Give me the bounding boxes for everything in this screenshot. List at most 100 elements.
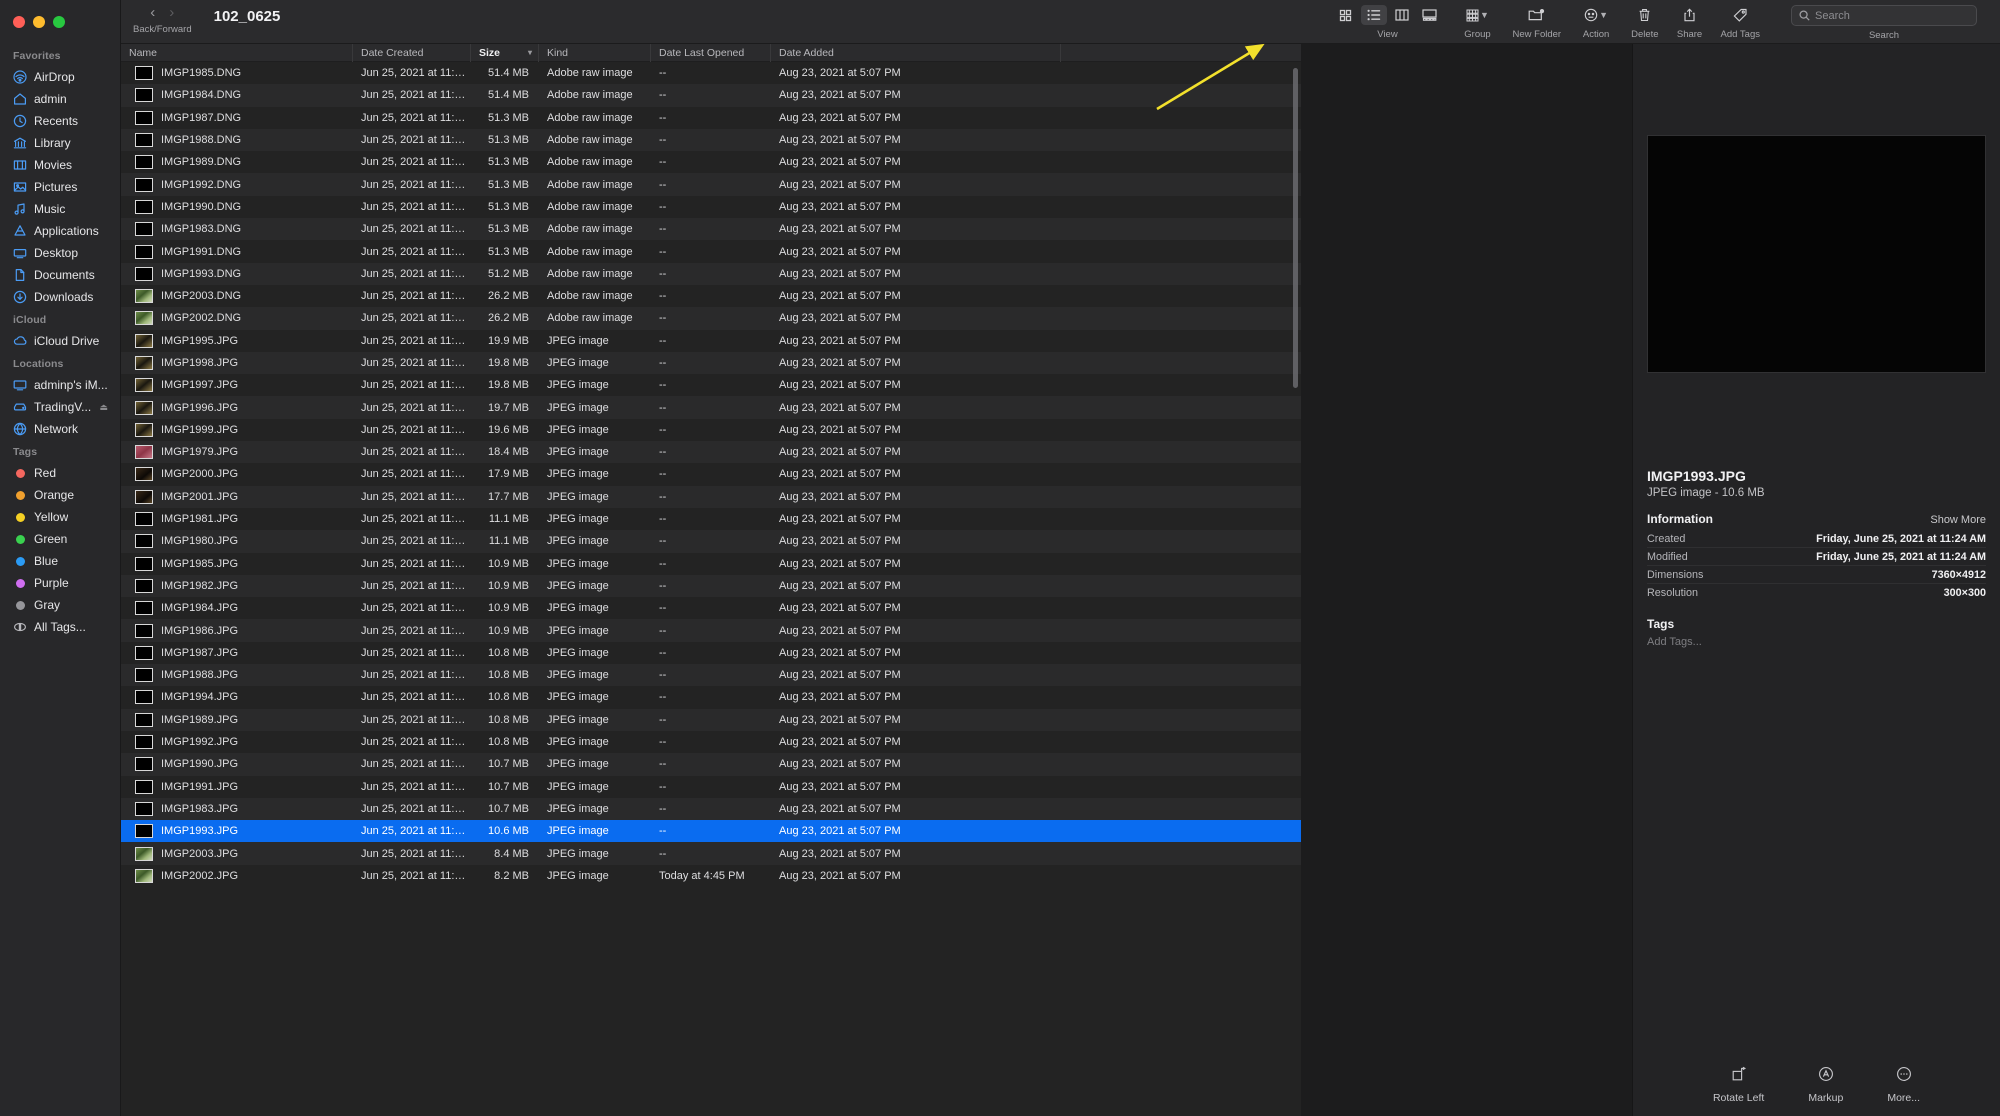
action-icon[interactable]: ▼ — [1579, 5, 1613, 25]
new-folder-icon[interactable] — [1520, 5, 1554, 25]
table-row[interactable]: IMGP1996.JPGJun 25, 2021 at 11:24 AM19.7… — [121, 396, 1301, 418]
zoom-button[interactable] — [53, 16, 65, 28]
sidebar-item-adminp-s-im[interactable]: adminp's iM... — [0, 374, 114, 396]
cell-created: Jun 25, 2021 at 11:23 AM — [353, 758, 471, 770]
sidebar-item-music[interactable]: Music — [0, 198, 114, 220]
sidebar-item-recents[interactable]: Recents — [0, 110, 114, 132]
rotate-left-button[interactable]: Rotate Left — [1713, 1066, 1764, 1104]
cell-name: IMGP1982.JPG — [121, 579, 353, 593]
table-row[interactable]: IMGP1985.DNGJun 25, 2021 at 11:23 AM51.4… — [121, 62, 1301, 84]
table-row[interactable]: IMGP1981.JPGJun 25, 2021 at 11:22 AM11.1… — [121, 508, 1301, 530]
sidebar-item-documents[interactable]: Documents — [0, 264, 114, 286]
table-row[interactable]: IMGP1997.JPGJun 25, 2021 at 11:25 AM19.8… — [121, 374, 1301, 396]
table-row[interactable]: IMGP1980.JPGJun 25, 2021 at 11:22 AM11.1… — [121, 530, 1301, 552]
show-more-link[interactable]: Show More — [1930, 514, 1986, 526]
more-button[interactable]: More... — [1887, 1066, 1920, 1104]
column-header-name[interactable]: Name — [121, 44, 353, 62]
column-header-kind[interactable]: Kind — [539, 44, 651, 62]
table-row[interactable]: IMGP1988.DNGJun 25, 2021 at 11:23 AM51.3… — [121, 129, 1301, 151]
sidebar-item-purple[interactable]: Purple — [0, 572, 114, 594]
chevron-right-icon[interactable]: › — [169, 6, 174, 20]
search-input[interactable]: Search — [1791, 5, 1977, 26]
cell-opened: -- — [651, 112, 771, 124]
sidebar-item-desktop[interactable]: Desktop — [0, 242, 114, 264]
table-row[interactable]: IMGP1984.JPGJun 25, 2021 at 11:23 AM10.9… — [121, 597, 1301, 619]
sidebar-item-green[interactable]: Green — [0, 528, 114, 550]
cell-added: Aug 23, 2021 at 5:07 PM — [771, 446, 1061, 458]
group-icon[interactable]: ▼ — [1461, 5, 1495, 25]
table-row[interactable]: IMGP1987.JPGJun 25, 2021 at 11:23 AM10.8… — [121, 642, 1301, 664]
column-header-size[interactable]: Size▾ — [471, 44, 539, 62]
column-view-button[interactable] — [1389, 5, 1415, 25]
minimize-button[interactable] — [33, 16, 45, 28]
sidebar-item-movies[interactable]: Movies — [0, 154, 114, 176]
table-row[interactable]: IMGP1989.JPGJun 25, 2021 at 11:23 AM10.8… — [121, 709, 1301, 731]
table-row[interactable]: IMGP1982.JPGJun 25, 2021 at 11:22 AM10.9… — [121, 575, 1301, 597]
delete-button[interactable] — [1632, 5, 1658, 25]
cell-kind: JPEG image — [539, 580, 651, 592]
table-row[interactable]: IMGP1986.JPGJun 25, 2021 at 11:23 AM10.9… — [121, 619, 1301, 641]
table-row[interactable]: IMGP1990.JPGJun 25, 2021 at 11:23 AM10.7… — [121, 753, 1301, 775]
table-row[interactable]: IMGP1987.DNGJun 25, 2021 at 11:23 AM51.3… — [121, 107, 1301, 129]
column-header-date-last-opened[interactable]: Date Last Opened — [651, 44, 771, 62]
eject-icon[interactable]: ⏏ — [99, 402, 108, 413]
close-button[interactable] — [13, 16, 25, 28]
sidebar-item-admin[interactable]: admin — [0, 88, 114, 110]
sidebar-item-orange[interactable]: Orange — [0, 484, 114, 506]
vertical-scrollbar[interactable] — [1293, 68, 1298, 388]
sidebar-item-tradingv[interactable]: TradingV...⏏ — [0, 396, 114, 418]
table-row[interactable]: IMGP1990.DNGJun 25, 2021 at 11:23 AM51.3… — [121, 196, 1301, 218]
cell-name: IMGP1999.JPG — [121, 423, 353, 437]
markup-button[interactable]: Markup — [1808, 1066, 1843, 1104]
table-row[interactable]: IMGP1989.DNGJun 25, 2021 at 11:23 AM51.3… — [121, 151, 1301, 173]
sidebar-item-applications[interactable]: Applications — [0, 220, 114, 242]
table-row[interactable]: IMGP2003.DNGJun 25, 2021 at 11:27 AM26.2… — [121, 285, 1301, 307]
sidebar-item-all-tags[interactable]: All Tags... — [0, 616, 114, 638]
table-row[interactable]: IMGP1994.JPGJun 25, 2021 at 11:24 AM10.8… — [121, 686, 1301, 708]
sidebar-item-gray[interactable]: Gray — [0, 594, 114, 616]
sidebar-section-icloud: iCloud — [0, 308, 120, 330]
table-row[interactable]: IMGP1988.JPGJun 25, 2021 at 11:23 AM10.8… — [121, 664, 1301, 686]
cell-created: Jun 25, 2021 at 11:23 AM — [353, 625, 471, 637]
chevron-left-icon[interactable]: ‹ — [150, 6, 155, 20]
table-row[interactable]: IMGP1993.JPGJun 25, 2021 at 11:24 AM10.6… — [121, 820, 1301, 842]
sidebar-item-red[interactable]: Red — [0, 462, 114, 484]
cell-created: Jun 25, 2021 at 11:27 AM — [353, 848, 471, 860]
table-row[interactable]: IMGP1985.JPGJun 25, 2021 at 11:23 AM10.9… — [121, 553, 1301, 575]
table-row[interactable]: IMGP2002.JPGJun 25, 2021 at 11:27 AM8.2 … — [121, 865, 1301, 887]
table-row[interactable]: IMGP1995.JPGJun 25, 2021 at 11:24 AM19.9… — [121, 330, 1301, 352]
list-view-button[interactable] — [1361, 5, 1387, 25]
table-row[interactable]: IMGP1992.JPGJun 25, 2021 at 11:24 AM10.8… — [121, 731, 1301, 753]
table-row[interactable]: IMGP1984.DNGJun 25, 2021 at 11:23 AM51.4… — [121, 84, 1301, 106]
sidebar-item-blue[interactable]: Blue — [0, 550, 114, 572]
column-header-date-created[interactable]: Date Created — [353, 44, 471, 62]
table-row[interactable]: IMGP1991.DNGJun 25, 2021 at 11:23 AM51.3… — [121, 240, 1301, 262]
table-row[interactable]: IMGP1999.JPGJun 25, 2021 at 11:25 AM19.6… — [121, 419, 1301, 441]
table-row[interactable]: IMGP2003.JPGJun 25, 2021 at 11:27 AM8.4 … — [121, 842, 1301, 864]
cell-added: Aug 23, 2021 at 5:07 PM — [771, 179, 1061, 191]
gallery-view-button[interactable] — [1417, 5, 1443, 25]
table-row[interactable]: IMGP1993.DNGJun 25, 2021 at 11:24 AM51.2… — [121, 263, 1301, 285]
table-row[interactable]: IMGP1991.JPGJun 25, 2021 at 11:23 AM10.7… — [121, 776, 1301, 798]
table-row[interactable]: IMGP2001.JPGJun 25, 2021 at 11:25 AM17.7… — [121, 486, 1301, 508]
add-tags-field[interactable]: Add Tags... — [1647, 636, 1986, 648]
add-tags-button[interactable] — [1727, 5, 1753, 25]
cell-created: Jun 25, 2021 at 11:25 AM — [353, 491, 471, 503]
table-row[interactable]: IMGP1998.JPGJun 25, 2021 at 11:25 AM19.8… — [121, 352, 1301, 374]
sidebar-item-icloud-drive[interactable]: iCloud Drive — [0, 330, 114, 352]
share-button[interactable] — [1677, 5, 1703, 25]
sidebar-item-network[interactable]: Network — [0, 418, 114, 440]
table-row[interactable]: IMGP2002.DNGJun 25, 2021 at 11:27 AM26.2… — [121, 307, 1301, 329]
sidebar-item-library[interactable]: Library — [0, 132, 114, 154]
column-header-date-added[interactable]: Date Added — [771, 44, 1061, 62]
table-row[interactable]: IMGP1983.DNGJun 25, 2021 at 11:23 AM51.3… — [121, 218, 1301, 240]
table-row[interactable]: IMGP1983.JPGJun 25, 2021 at 11:23 AM10.7… — [121, 798, 1301, 820]
table-row[interactable]: IMGP1979.JPGJun 25, 2021 at 11:16 AM18.4… — [121, 441, 1301, 463]
sidebar-item-downloads[interactable]: Downloads — [0, 286, 114, 308]
table-row[interactable]: IMGP1992.DNGJun 25, 2021 at 11:24 AM51.3… — [121, 173, 1301, 195]
sidebar-item-airdrop[interactable]: AirDrop — [0, 66, 114, 88]
table-row[interactable]: IMGP2000.JPGJun 25, 2021 at 11:25 AM17.9… — [121, 463, 1301, 485]
sidebar-item-yellow[interactable]: Yellow — [0, 506, 114, 528]
icon-view-button[interactable] — [1333, 5, 1359, 25]
sidebar-item-pictures[interactable]: Pictures — [0, 176, 114, 198]
